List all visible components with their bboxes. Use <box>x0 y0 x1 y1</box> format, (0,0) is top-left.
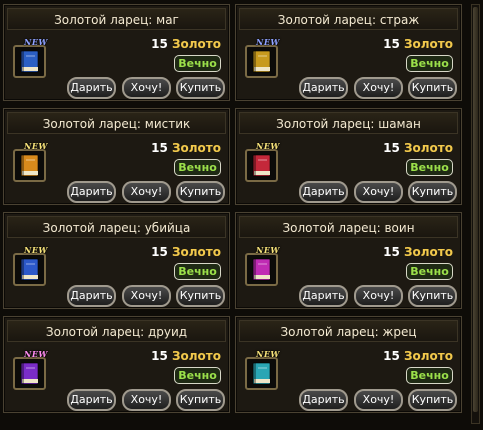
gift-button[interactable]: Дарить <box>299 77 348 99</box>
scrollbar-thumb[interactable] <box>473 7 478 412</box>
gift-button[interactable]: Дарить <box>299 181 348 203</box>
new-badge: NEW <box>24 37 48 47</box>
new-badge: NEW <box>24 141 48 151</box>
want-button[interactable]: Хочу! <box>354 77 403 99</box>
duration-badge: Вечно <box>174 367 221 384</box>
gift-button[interactable]: Дарить <box>67 77 116 99</box>
duration-badge: Вечно <box>406 159 453 176</box>
want-button[interactable]: Хочу! <box>122 77 171 99</box>
want-button[interactable]: Хочу! <box>354 389 403 411</box>
magenta-book-icon <box>252 258 271 281</box>
shop-card: Золотой ларец: жрец NEW 15 Золото Вечно … <box>235 316 462 413</box>
price-currency: Золото <box>171 37 221 51</box>
buy-button[interactable]: Купить <box>408 181 457 203</box>
price: 15 Золото <box>383 141 453 155</box>
red-book-icon <box>252 154 271 177</box>
price-amount: 15 <box>151 245 168 259</box>
price-amount: 15 <box>383 141 400 155</box>
want-button[interactable]: Хочу! <box>354 181 403 203</box>
item-slot[interactable] <box>245 149 278 182</box>
gift-button[interactable]: Дарить <box>299 285 348 307</box>
buy-button[interactable]: Купить <box>408 77 457 99</box>
item-slot[interactable] <box>245 253 278 286</box>
want-button[interactable]: Хочу! <box>122 285 171 307</box>
new-badge: NEW <box>24 245 48 255</box>
item-title: Золотой ларец: друид <box>7 320 226 342</box>
shop-card: Золотой ларец: воин NEW 15 Золото Вечно … <box>235 212 462 309</box>
shop-card: Золотой ларец: друид NEW 15 Золото Вечно… <box>3 316 230 413</box>
duration-badge: Вечно <box>406 55 453 72</box>
buy-button[interactable]: Купить <box>176 389 225 411</box>
want-button[interactable]: Хочу! <box>122 181 171 203</box>
gift-button[interactable]: Дарить <box>67 389 116 411</box>
item-slot[interactable] <box>245 45 278 78</box>
gift-button[interactable]: Дарить <box>67 181 116 203</box>
buy-button[interactable]: Купить <box>176 285 225 307</box>
buy-button[interactable]: Купить <box>408 285 457 307</box>
want-button[interactable]: Хочу! <box>354 285 403 307</box>
price-currency: Золото <box>171 349 221 363</box>
item-title: Золотой ларец: убийца <box>7 216 226 238</box>
want-button[interactable]: Хочу! <box>122 389 171 411</box>
price-currency: Золото <box>403 349 453 363</box>
price: 15 Золото <box>151 37 221 51</box>
item-title: Золотой ларец: страж <box>239 8 458 30</box>
price-amount: 15 <box>151 349 168 363</box>
price: 15 Золото <box>383 245 453 259</box>
price-currency: Золото <box>171 141 221 155</box>
price: 15 Золото <box>383 349 453 363</box>
new-badge: NEW <box>256 37 280 47</box>
price: 15 Золото <box>151 245 221 259</box>
shop-card: Золотой ларец: страж NEW 15 Золото Вечно… <box>235 4 462 101</box>
price-currency: Золото <box>403 37 453 51</box>
price: 15 Золото <box>151 349 221 363</box>
item-slot[interactable] <box>13 253 46 286</box>
shop-card: Золотой ларец: убийца NEW 15 Золото Вечн… <box>3 212 230 309</box>
item-slot[interactable] <box>13 149 46 182</box>
blue-book-icon <box>20 258 39 281</box>
shop-card: Золотой ларец: шаман NEW 15 Золото Вечно… <box>235 108 462 205</box>
price-amount: 15 <box>151 141 168 155</box>
item-title: Золотой ларец: мистик <box>7 112 226 134</box>
purple-book-icon <box>20 362 39 385</box>
price-currency: Золото <box>171 245 221 259</box>
price-amount: 15 <box>151 37 168 51</box>
gift-button[interactable]: Дарить <box>299 389 348 411</box>
price-amount: 15 <box>383 349 400 363</box>
gift-button[interactable]: Дарить <box>67 285 116 307</box>
price-currency: Золото <box>403 141 453 155</box>
item-title: Золотой ларец: маг <box>7 8 226 30</box>
duration-badge: Вечно <box>174 55 221 72</box>
duration-badge: Вечно <box>174 159 221 176</box>
item-title: Золотой ларец: воин <box>239 216 458 238</box>
buy-button[interactable]: Купить <box>408 389 457 411</box>
price: 15 Золото <box>151 141 221 155</box>
new-badge: NEW <box>24 349 48 359</box>
teal-book-icon <box>252 362 271 385</box>
new-badge: NEW <box>256 245 280 255</box>
price-amount: 15 <box>383 245 400 259</box>
new-badge: NEW <box>256 141 280 151</box>
scrollbar[interactable] <box>471 4 480 424</box>
duration-badge: Вечно <box>406 367 453 384</box>
item-slot[interactable] <box>13 357 46 390</box>
item-title: Золотой ларец: шаман <box>239 112 458 134</box>
item-slot[interactable] <box>245 357 278 390</box>
gold-book-icon <box>252 50 271 73</box>
blue-book-icon <box>20 50 39 73</box>
duration-badge: Вечно <box>174 263 221 280</box>
shop-card: Золотой ларец: мистик NEW 15 Золото Вечн… <box>3 108 230 205</box>
buy-button[interactable]: Купить <box>176 77 225 99</box>
price-amount: 15 <box>383 37 400 51</box>
item-slot[interactable] <box>13 45 46 78</box>
duration-badge: Вечно <box>406 263 453 280</box>
orange-book-icon <box>20 154 39 177</box>
item-title: Золотой ларец: жрец <box>239 320 458 342</box>
new-badge: NEW <box>256 349 280 359</box>
price: 15 Золото <box>383 37 453 51</box>
price-currency: Золото <box>403 245 453 259</box>
shop-card: Золотой ларец: маг NEW 15 Золото Вечно Д… <box>3 4 230 101</box>
buy-button[interactable]: Купить <box>176 181 225 203</box>
